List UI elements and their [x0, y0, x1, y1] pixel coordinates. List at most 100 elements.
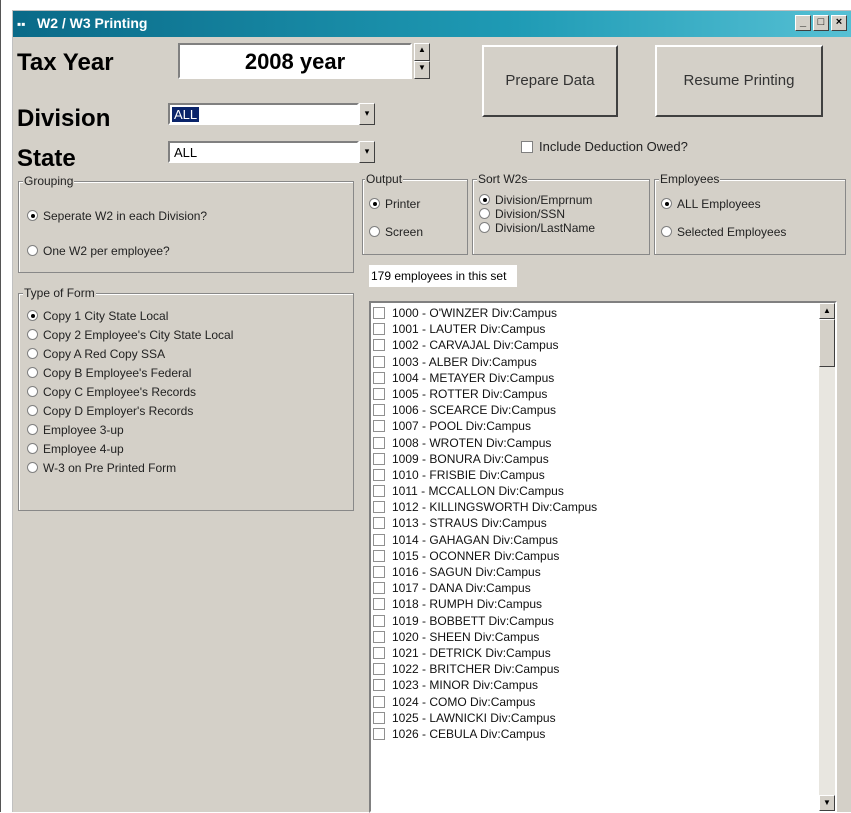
radio-circle[interactable]: [369, 198, 380, 209]
employee-list-item[interactable]: 1005 - ROTTER Div:Campus: [371, 386, 819, 402]
employee-checkbox[interactable]: [373, 679, 385, 692]
radio-copy-c[interactable]: Copy C Employee's Records: [27, 385, 196, 399]
employee-list-item[interactable]: 1026 - CEBULA Div:Campus: [371, 726, 819, 742]
employee-checkbox[interactable]: [373, 582, 385, 595]
employee-checkbox[interactable]: [373, 646, 385, 659]
employee-list-item[interactable]: 1009 - BONURA Div:Campus: [371, 451, 819, 467]
radio-selected-employees[interactable]: Selected Employees: [661, 225, 786, 239]
employee-list-item[interactable]: 1015 - OCONNER Div:Campus: [371, 548, 819, 564]
radio-separate-w2[interactable]: Seperate W2 in each Division?: [27, 209, 207, 223]
employee-checkbox[interactable]: [373, 695, 385, 708]
radio-copy-1[interactable]: Copy 1 City State Local: [27, 309, 168, 323]
employee-checkbox[interactable]: [373, 468, 385, 481]
radio-sort-emprnum[interactable]: Division/Emprnum: [479, 194, 592, 206]
employee-list-item[interactable]: 1010 - FRISBIE Div:Campus: [371, 467, 819, 483]
employee-list-item[interactable]: 1022 - BRITCHER Div:Campus: [371, 661, 819, 677]
employee-checkbox[interactable]: [373, 614, 385, 627]
division-select[interactable]: ALL: [168, 103, 359, 125]
maximize-button[interactable]: □: [813, 15, 829, 31]
employee-list-item[interactable]: 1007 - POOL Div:Campus: [371, 418, 819, 434]
employee-checkbox[interactable]: [373, 339, 385, 352]
state-dropdown-button[interactable]: ▾: [359, 141, 375, 163]
employee-list-item[interactable]: 1017 - DANA Div:Campus: [371, 580, 819, 596]
radio-copy-2[interactable]: Copy 2 Employee's City State Local: [27, 328, 233, 342]
division-dropdown-button[interactable]: ▾: [359, 103, 375, 125]
radio-circle[interactable]: [27, 210, 38, 221]
employee-checkbox[interactable]: [373, 387, 385, 400]
employee-checkbox[interactable]: [373, 307, 385, 319]
scroll-thumb[interactable]: [819, 319, 835, 367]
radio-sort-lastname[interactable]: Division/LastName: [479, 222, 595, 234]
employee-checkbox[interactable]: [373, 630, 385, 643]
radio-employee-3up[interactable]: Employee 3-up: [27, 423, 124, 437]
employee-checkbox[interactable]: [373, 501, 385, 514]
radio-copy-d[interactable]: Copy D Employer's Records: [27, 404, 193, 418]
radio-circle[interactable]: [479, 208, 490, 219]
radio-circle[interactable]: [27, 424, 38, 435]
employee-checkbox[interactable]: [373, 663, 385, 676]
employee-list-item[interactable]: 1011 - MCCALLON Div:Campus: [371, 483, 819, 499]
employee-checkbox[interactable]: [373, 727, 385, 740]
radio-circle[interactable]: [27, 348, 38, 359]
employee-checkbox[interactable]: [373, 323, 385, 336]
scroll-up-button[interactable]: ▲: [819, 303, 835, 319]
minimize-button[interactable]: _: [795, 15, 811, 31]
employee-list-item[interactable]: 1001 - LAUTER Div:Campus: [371, 321, 819, 337]
radio-printer[interactable]: Printer: [369, 197, 420, 211]
radio-copy-b[interactable]: Copy B Employee's Federal: [27, 366, 191, 380]
scroll-down-button[interactable]: ▼: [819, 795, 835, 811]
employee-list-item[interactable]: 1000 - O'WINZER Div:Campus: [371, 305, 819, 321]
employee-checkbox[interactable]: [373, 711, 385, 724]
employee-listbox[interactable]: 1000 - O'WINZER Div:Campus 1001 - LAUTER …: [369, 301, 837, 813]
tax-year-down-button[interactable]: ▼: [414, 61, 430, 79]
employee-list-item[interactable]: 1016 - SAGUN Div:Campus: [371, 564, 819, 580]
radio-circle[interactable]: [661, 198, 672, 209]
radio-circle[interactable]: [27, 386, 38, 397]
radio-circle[interactable]: [369, 226, 380, 237]
radio-circle[interactable]: [479, 194, 490, 205]
employee-checkbox[interactable]: [373, 533, 385, 546]
radio-all-employees[interactable]: ALL Employees: [661, 197, 761, 211]
employee-list-item[interactable]: 1008 - WROTEN Div:Campus: [371, 435, 819, 451]
employee-checkbox[interactable]: [373, 485, 385, 498]
employee-checkbox[interactable]: [373, 452, 385, 465]
employee-checkbox[interactable]: [373, 549, 385, 562]
employee-list-item[interactable]: 1002 - CARVAJAL Div:Campus: [371, 337, 819, 353]
employee-list-item[interactable]: 1024 - COMO Div:Campus: [371, 694, 819, 710]
employee-list-item[interactable]: 1020 - SHEEN Div:Campus: [371, 629, 819, 645]
employee-list-item[interactable]: 1013 - STRAUS Div:Campus: [371, 515, 819, 531]
employee-list-item[interactable]: 1023 - MINOR Div:Campus: [371, 677, 819, 693]
employee-checkbox[interactable]: [373, 517, 385, 530]
radio-w3-preprinted[interactable]: W-3 on Pre Printed Form: [27, 461, 176, 475]
resume-printing-button[interactable]: Resume Printing: [655, 45, 823, 117]
employee-checkbox[interactable]: [373, 436, 385, 449]
radio-circle[interactable]: [661, 226, 672, 237]
employee-list-item[interactable]: 1019 - BOBBETT Div:Campus: [371, 613, 819, 629]
radio-circle[interactable]: [27, 405, 38, 416]
employee-list-item[interactable]: 1012 - KILLINGSWORTH Div:Campus: [371, 499, 819, 515]
employee-list-item[interactable]: 1021 - DETRICK Div:Campus: [371, 645, 819, 661]
employee-checkbox[interactable]: [373, 355, 385, 368]
radio-circle[interactable]: [27, 462, 38, 473]
state-select[interactable]: ALL: [168, 141, 359, 163]
employee-checkbox[interactable]: [373, 371, 385, 384]
radio-one-w2[interactable]: One W2 per employee?: [27, 244, 170, 258]
title-bar[interactable]: ▪▪ W2 / W3 Printing _ □ ×: [13, 11, 851, 37]
radio-circle[interactable]: [27, 310, 38, 321]
employee-checkbox[interactable]: [373, 404, 385, 417]
radio-copy-a[interactable]: Copy A Red Copy SSA: [27, 347, 165, 361]
checkbox-box[interactable]: [521, 141, 533, 153]
radio-circle[interactable]: [27, 443, 38, 454]
employee-list-item[interactable]: 1018 - RUMPH Div:Campus: [371, 596, 819, 612]
include-deduction-checkbox[interactable]: Include Deduction Owed?: [521, 139, 688, 154]
employee-checkbox[interactable]: [373, 598, 385, 611]
employee-list-item[interactable]: 1014 - GAHAGAN Div:Campus: [371, 532, 819, 548]
radio-employee-4up[interactable]: Employee 4-up: [27, 442, 124, 456]
employee-list-item[interactable]: 1003 - ALBER Div:Campus: [371, 354, 819, 370]
employee-list-item[interactable]: 1004 - METAYER Div:Campus: [371, 370, 819, 386]
radio-circle[interactable]: [27, 245, 38, 256]
employee-list-item[interactable]: 1006 - SCEARCE Div:Campus: [371, 402, 819, 418]
tax-year-field[interactable]: 2008 year: [178, 43, 412, 79]
vertical-scrollbar[interactable]: ▲ ▼: [819, 303, 835, 811]
radio-circle[interactable]: [479, 222, 490, 233]
